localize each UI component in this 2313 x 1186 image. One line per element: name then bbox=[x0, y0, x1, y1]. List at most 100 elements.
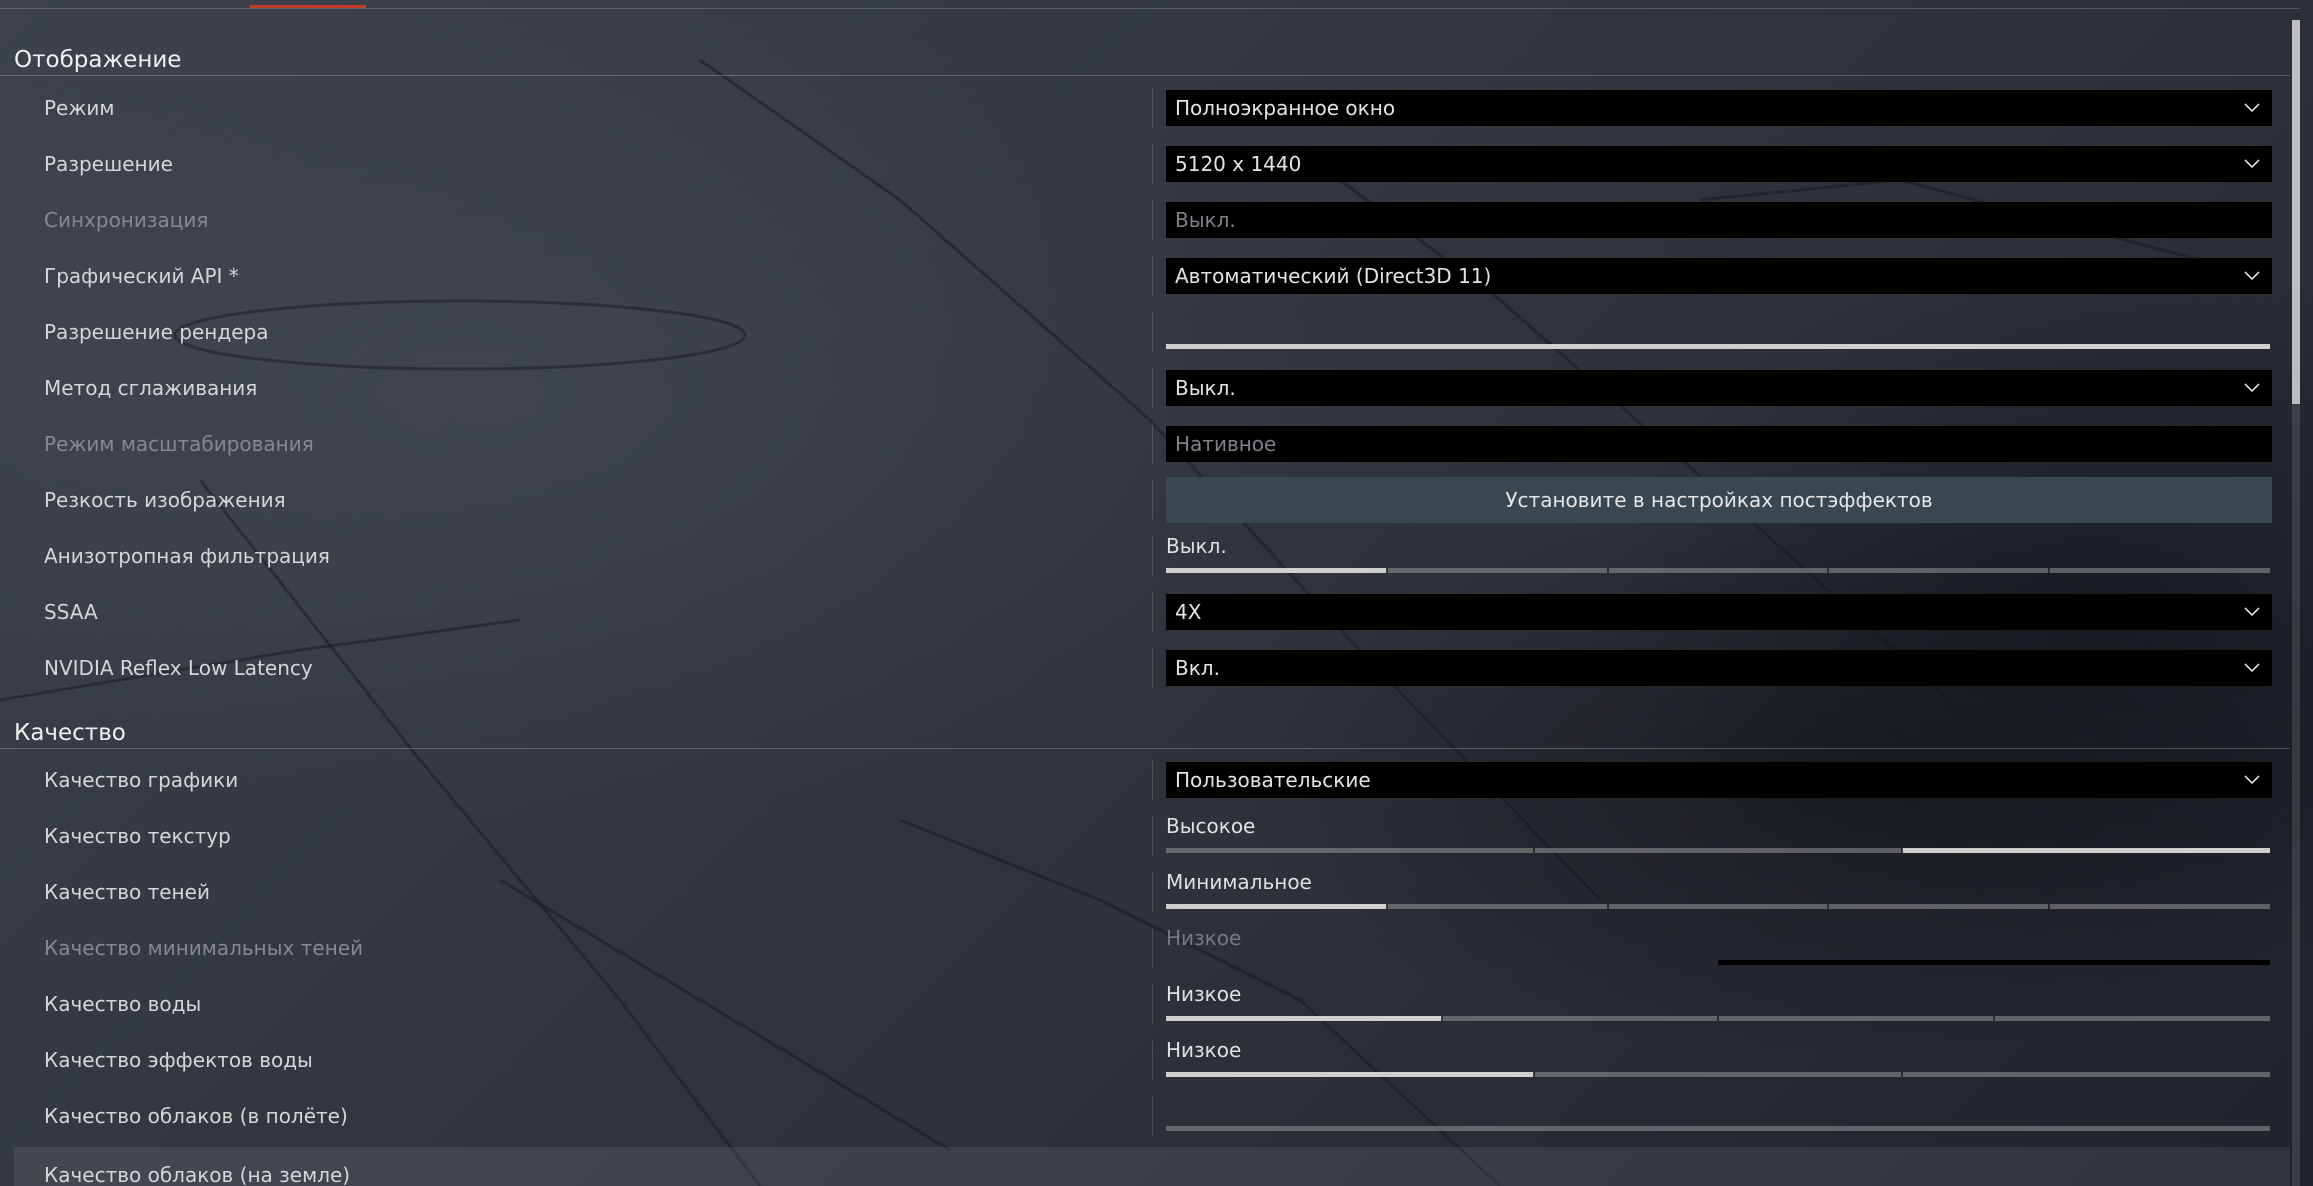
setting-row-clouds-ground[interactable]: Качество облаков (на земле) bbox=[14, 1147, 2290, 1186]
setting-label: Качество облаков (в полёте) bbox=[44, 1104, 348, 1128]
slider-value: Низкое bbox=[1166, 1038, 1242, 1062]
dropdown-value: Автоматический (Direct3D 11) bbox=[1175, 264, 1492, 288]
water-effects-quality-slider[interactable]: Низкое bbox=[1166, 1032, 2272, 1088]
slider-fill bbox=[1166, 904, 1387, 909]
chevron-down-icon bbox=[2244, 607, 2260, 617]
setting-label: Качество графики bbox=[44, 768, 239, 792]
slider-fill bbox=[1166, 568, 1387, 573]
setting-label: Качество текстур bbox=[44, 824, 231, 848]
setting-row-shadow-quality: Качество теней Минимальное bbox=[14, 864, 2290, 920]
slider-fill bbox=[1166, 1016, 1442, 1021]
setting-row-anisotropic: Анизотропная фильтрация Выкл. bbox=[14, 528, 2290, 584]
setting-row-vsync: Синхронизация Выкл. bbox=[14, 192, 2290, 248]
vsync-dropdown: Выкл. bbox=[1166, 202, 2272, 238]
resolution-dropdown[interactable]: 5120 x 1440 bbox=[1166, 146, 2272, 182]
setting-row-clouds-flight: Качество облаков (в полёте) bbox=[14, 1088, 2290, 1144]
slider-fill bbox=[1166, 344, 2270, 349]
setting-row-antialiasing: Метод сглаживания Выкл. bbox=[14, 360, 2290, 416]
row-divider bbox=[1152, 88, 1153, 128]
row-divider bbox=[1152, 648, 1153, 688]
clouds-flight-slider[interactable] bbox=[1166, 1088, 2272, 1144]
slider-track bbox=[1166, 568, 2270, 573]
render-resolution-slider[interactable] bbox=[1166, 304, 2272, 360]
row-divider bbox=[1152, 536, 1153, 576]
slider-step-tick bbox=[1606, 568, 1609, 573]
mode-dropdown[interactable]: Полноэкранное окно bbox=[1166, 90, 2272, 126]
slider-value: Низкое bbox=[1166, 982, 1242, 1006]
row-divider bbox=[1152, 312, 1153, 352]
anisotropic-slider[interactable]: Выкл. bbox=[1166, 528, 2272, 584]
chevron-down-icon bbox=[2244, 159, 2260, 169]
slider-step-tick bbox=[1533, 1072, 1535, 1077]
slider-fill bbox=[1166, 1072, 1534, 1077]
section-header-display: Отображение bbox=[0, 41, 2290, 76]
slider-track bbox=[1166, 848, 2271, 853]
setting-label: Графический API * bbox=[44, 264, 239, 288]
dropdown-value: Вкл. bbox=[1175, 656, 1220, 680]
row-divider bbox=[1152, 816, 1153, 856]
setting-label: Качество теней bbox=[44, 880, 210, 904]
row-divider bbox=[1152, 928, 1153, 968]
setting-label: Качество воды bbox=[44, 992, 202, 1016]
setting-row-upscaling: Режим масштабирования Нативное bbox=[14, 416, 2290, 472]
setting-label: Резкость изображения bbox=[44, 488, 286, 512]
dropdown-value: Нативное bbox=[1175, 432, 1277, 456]
setting-row-resolution: Разрешение 5120 x 1440 bbox=[14, 136, 2290, 192]
dropdown-value: 4X bbox=[1175, 600, 1202, 624]
slider-step-tick bbox=[1901, 848, 1903, 853]
row-divider bbox=[1152, 760, 1153, 800]
sharpness-postfx-button[interactable]: Установите в настройках постэффектов bbox=[1166, 477, 2272, 523]
shadow-quality-slider[interactable]: Минимальное bbox=[1166, 864, 2272, 920]
reflex-dropdown[interactable]: Вкл. bbox=[1166, 650, 2272, 686]
dropdown-value: Полноэкранное окно bbox=[1175, 96, 1396, 120]
slider-step-tick bbox=[1827, 904, 1830, 909]
setting-label: Метод сглаживания bbox=[44, 376, 258, 400]
upscaling-dropdown: Нативное bbox=[1166, 426, 2272, 462]
setting-label: Разрешение bbox=[44, 152, 173, 176]
setting-row-render-resolution: Разрешение рендера bbox=[14, 304, 2290, 360]
texture-quality-slider[interactable]: Высокое bbox=[1166, 808, 2272, 864]
slider-track bbox=[1166, 344, 2270, 349]
row-divider bbox=[1152, 480, 1153, 520]
setting-row-texture-quality: Качество текстур Высокое bbox=[14, 808, 2290, 864]
slider-step-tick bbox=[1385, 904, 1388, 909]
slider-value: Выкл. bbox=[1166, 534, 1227, 558]
slider-fill bbox=[1902, 848, 2271, 853]
slider-track bbox=[1166, 960, 2270, 965]
section-title: Качество bbox=[14, 720, 126, 746]
slider-track bbox=[1166, 1072, 2270, 1077]
water-quality-slider[interactable]: Низкое bbox=[1166, 976, 2272, 1032]
setting-label: SSAA bbox=[44, 600, 98, 624]
row-divider bbox=[1152, 144, 1153, 184]
slider-track bbox=[1166, 904, 2270, 909]
ssaa-dropdown[interactable]: 4X bbox=[1166, 594, 2272, 630]
setting-row-ssaa: SSAA 4X bbox=[14, 584, 2290, 640]
antialiasing-dropdown[interactable]: Выкл. bbox=[1166, 370, 2272, 406]
setting-label: Анизотропная фильтрация bbox=[44, 544, 330, 568]
settings-panel: Отображение Режим Полноэкранное окно Раз… bbox=[0, 0, 2290, 1186]
dropdown-value: Пользовательские bbox=[1175, 768, 1371, 792]
row-divider bbox=[1152, 368, 1153, 408]
scrollbar[interactable] bbox=[2292, 20, 2300, 1186]
slider-track bbox=[1166, 1016, 2270, 1021]
slider-fill bbox=[1718, 960, 2270, 965]
setting-label: Синхронизация bbox=[44, 208, 209, 232]
slider-step-tick bbox=[1441, 1016, 1443, 1021]
setting-label: Режим bbox=[44, 96, 115, 120]
slider-value: Высокое bbox=[1166, 814, 1256, 838]
row-divider bbox=[1152, 1040, 1153, 1080]
chevron-down-icon bbox=[2244, 271, 2260, 281]
graphics-api-dropdown[interactable]: Автоматический (Direct3D 11) bbox=[1166, 258, 2272, 294]
slider-value: Низкое bbox=[1166, 926, 1242, 950]
setting-row-min-shadow-quality: Качество минимальных теней Низкое bbox=[14, 920, 2290, 976]
chevron-down-icon bbox=[2244, 103, 2260, 113]
setting-row-graphics-quality: Качество графики Пользовательские bbox=[14, 752, 2290, 808]
slider-step-tick bbox=[2048, 904, 2051, 909]
scrollbar-thumb[interactable] bbox=[2292, 20, 2300, 404]
setting-row-reflex: NVIDIA Reflex Low Latency Вкл. bbox=[14, 640, 2290, 696]
graphics-quality-dropdown[interactable]: Пользовательские bbox=[1166, 762, 2272, 798]
slider-step-tick bbox=[1901, 1072, 1903, 1077]
setting-label: Качество минимальных теней bbox=[44, 936, 364, 960]
setting-label: Режим масштабирования bbox=[44, 432, 314, 456]
setting-row-mode: Режим Полноэкранное окно bbox=[14, 80, 2290, 136]
